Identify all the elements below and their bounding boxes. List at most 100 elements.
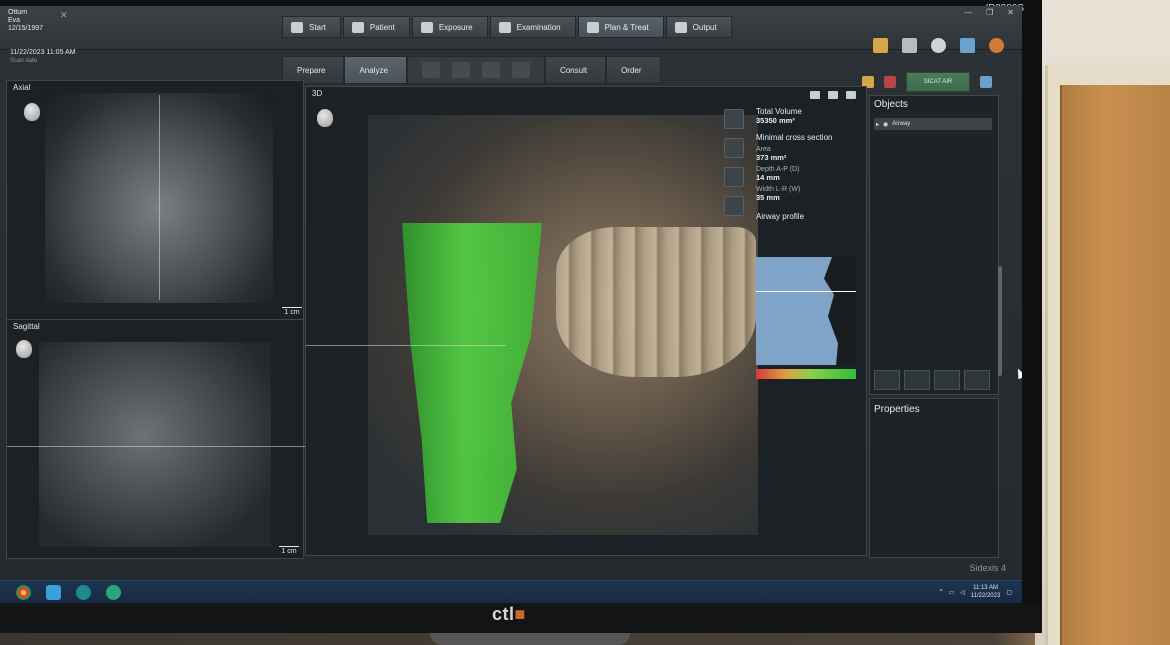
volume-icon[interactable]: ◁ (960, 589, 965, 596)
scan-datetime: 11/22/2023 11:05 AM (10, 49, 76, 56)
sidexis-icon[interactable] (76, 585, 91, 600)
crosshair-horizontal[interactable] (7, 446, 305, 447)
tab-label: Examination (516, 22, 561, 32)
object-tools (874, 370, 990, 390)
scan-date: 11/22/2023 11:05 AM Scan date (10, 48, 76, 66)
tab-exposure[interactable]: Exposure (411, 16, 488, 38)
settings-tool-icon[interactable] (724, 138, 744, 158)
clock[interactable]: 11:13 AM 11/22/2023 (971, 584, 1001, 600)
exit-icon[interactable] (989, 38, 1004, 53)
maximize-icon[interactable] (846, 91, 856, 99)
head-orientation-icon[interactable] (16, 340, 32, 358)
analyze-tools (406, 56, 545, 84)
monitor-stand (430, 633, 630, 645)
plan-treat-icon (586, 21, 599, 33)
tab-plan-treat[interactable]: Plan & Treat (577, 16, 664, 38)
total-volume-label: Total Volume (756, 107, 802, 116)
view-3d-panel[interactable]: 3D Total Volume 35350 mm³ Minimal cross … (305, 86, 867, 556)
angle-tool-icon[interactable] (511, 62, 530, 78)
airway-profile-label: Airway profile (756, 212, 805, 221)
tab-patient[interactable]: Patient (342, 16, 410, 38)
airway-profile-chart[interactable] (756, 257, 856, 365)
gear-icon[interactable] (931, 38, 946, 53)
examination-icon (498, 21, 511, 33)
panorama-tool-icon[interactable] (451, 62, 470, 78)
measure-line-icon[interactable] (481, 62, 500, 78)
patient-icon (351, 21, 364, 33)
tab-start[interactable]: Start (282, 16, 341, 38)
flag-icon[interactable] (884, 76, 896, 88)
volume-box-icon[interactable] (724, 167, 744, 187)
share-icon[interactable] (980, 76, 992, 88)
undo-icon[interactable] (934, 370, 960, 390)
door (1060, 85, 1170, 645)
tab-label: Output (692, 22, 717, 32)
step-analyze[interactable]: Analyze (344, 56, 407, 84)
side-scrollbar[interactable] (998, 266, 1002, 376)
app-icon[interactable] (46, 585, 61, 600)
tab-label: Patient (369, 22, 395, 32)
workflow-bar: Prepare Analyze Consult Order (282, 56, 661, 84)
step-consult[interactable]: Consult (544, 56, 607, 84)
scan-date-label: Scan date (10, 58, 38, 64)
view-options (810, 91, 856, 99)
minimize-icon[interactable]: — (964, 8, 972, 17)
clock-time: 11:13 AM (973, 585, 998, 591)
tab-output[interactable]: Output (665, 16, 732, 38)
patient-dob: 12/15/1997 (8, 25, 44, 32)
head-orientation-icon[interactable] (24, 103, 40, 121)
home-icon (291, 21, 303, 33)
clipping-tool-icon[interactable] (724, 196, 744, 216)
tab-examination[interactable]: Examination (489, 16, 576, 38)
redo-icon[interactable] (964, 370, 990, 390)
tools-icon[interactable] (902, 38, 917, 53)
exposure-icon (420, 21, 433, 33)
step-order[interactable]: Order (606, 56, 661, 84)
layout-icon[interactable] (828, 91, 838, 99)
depth-value: 14 mm (756, 173, 780, 182)
network-icon[interactable]: ▭ (948, 589, 954, 596)
close-patient-icon[interactable]: ✕ (60, 10, 68, 21)
radiation-app-icon[interactable] (106, 585, 121, 600)
close-icon[interactable]: ✕ (1007, 8, 1014, 17)
panel-title: Sagittal (13, 322, 40, 331)
restore-icon[interactable]: ❐ (986, 8, 993, 17)
visibility-eye-icon[interactable]: ◉ (883, 121, 888, 128)
mouse-cursor-icon (1014, 366, 1022, 380)
screenshot-icon[interactable] (810, 91, 820, 99)
remove-icon[interactable] (904, 370, 930, 390)
properties-title: Properties (874, 404, 920, 415)
crosshair-vertical[interactable] (159, 95, 160, 300)
head-orientation-icon[interactable] (317, 109, 333, 127)
profile-marker-line[interactable] (756, 291, 856, 292)
expand-arrow-icon[interactable]: ▸ (876, 121, 879, 128)
chrome-icon[interactable] (16, 585, 31, 600)
skull-tool-icon[interactable] (421, 62, 440, 78)
constriction-color-scale (756, 369, 856, 379)
target-icon[interactable] (874, 370, 900, 390)
hand-tool-icon[interactable] (724, 109, 744, 129)
app-name: Sidexis 4 (969, 563, 1006, 573)
area-label: Area (756, 146, 771, 153)
taskbar: ^ ▭ ◁ 11:13 AM 11/22/2023 ▢ (0, 580, 1022, 603)
objects-title: Objects (874, 99, 908, 110)
top-tools (873, 38, 1004, 53)
patient-info: Ottum Eva 12/15/1997 (8, 9, 43, 33)
nav-tabs: Start Patient Exposure Examination Plan … (282, 16, 734, 38)
tab-label: Start (309, 22, 326, 32)
sagittal-panel[interactable]: Sagittal 1 cm (6, 319, 305, 559)
section-line (306, 345, 506, 346)
scale-bar: 1 cm (279, 546, 299, 555)
object-item-airway[interactable]: ▸ ◉ Airway (874, 118, 992, 130)
sicat-air-button[interactable]: SICAT AIR (906, 72, 970, 92)
notes-icon[interactable] (873, 38, 888, 53)
notifications-icon[interactable]: ▢ (1006, 589, 1012, 596)
brand-text: ctl (492, 604, 515, 624)
axial-panel[interactable]: Axial 1 cm (6, 80, 304, 320)
window-controls: — ❐ ✕ (964, 8, 1014, 17)
min-cross-section-label: Minimal cross section (756, 133, 833, 142)
windows-icon[interactable] (960, 38, 975, 53)
width-value: 35 mm (756, 193, 780, 202)
depth-label: Depth A-P (D) (756, 166, 800, 173)
chevron-up-icon[interactable]: ^ (940, 589, 943, 595)
